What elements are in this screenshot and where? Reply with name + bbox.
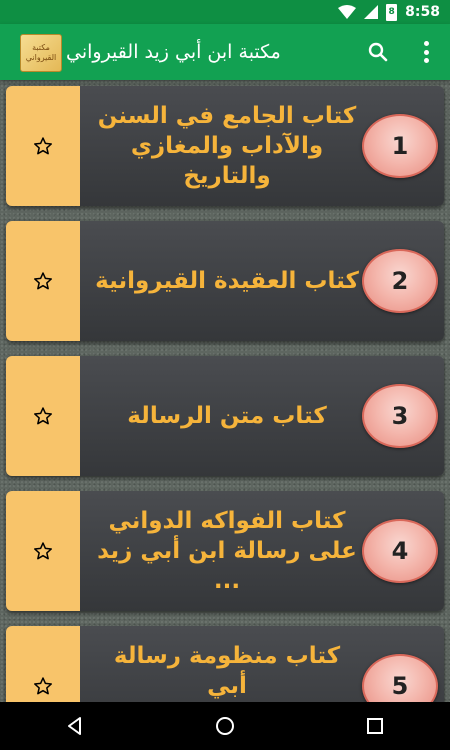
search-button[interactable] bbox=[366, 40, 390, 64]
clock: 8:58 bbox=[405, 4, 440, 20]
navigation-bar bbox=[0, 702, 450, 750]
star-outline-icon bbox=[34, 542, 52, 560]
wifi-icon bbox=[338, 5, 357, 19]
recents-icon bbox=[367, 718, 383, 734]
star-outline-icon bbox=[34, 407, 52, 425]
app-logo: مكتبة القيرواني bbox=[20, 34, 62, 72]
back-icon bbox=[68, 717, 81, 735]
status-bar: 8 8:58 bbox=[0, 0, 450, 24]
book-list: كتاب الجامع في السنن والآداب والمغازي وا… bbox=[0, 80, 450, 702]
back-button[interactable] bbox=[50, 702, 100, 750]
star-outline-icon bbox=[34, 677, 52, 695]
book-title: كتاب الفواكه الدواني على رسالة ابن أبي ز… bbox=[97, 508, 357, 594]
book-title: كتاب العقيدة القيروانية bbox=[95, 268, 359, 294]
overflow-menu-button[interactable] bbox=[414, 38, 438, 66]
home-icon bbox=[216, 717, 234, 735]
star-outline-icon bbox=[34, 137, 52, 155]
search-icon bbox=[368, 42, 388, 62]
recents-button[interactable] bbox=[350, 702, 400, 750]
book-title: كتاب الجامع في السنن والآداب والمغازي وا… bbox=[97, 103, 357, 189]
book-card[interactable]: كتاب العقيدة القيروانية 2 bbox=[6, 221, 444, 341]
more-vert-icon bbox=[423, 41, 429, 46]
favorite-button[interactable] bbox=[6, 221, 80, 341]
favorite-button[interactable] bbox=[6, 626, 80, 702]
home-button[interactable] bbox=[200, 702, 250, 750]
book-card[interactable]: كتاب الجامع في السنن والآداب والمغازي وا… bbox=[6, 86, 444, 206]
signal-icon bbox=[364, 5, 379, 19]
battery-icon: 8 bbox=[386, 3, 398, 21]
book-card[interactable]: كتاب منظومة رسالة أبي زيد القيرواني -الب… bbox=[6, 626, 444, 702]
book-number-badge: 3 bbox=[362, 384, 438, 448]
book-number-badge: 1 bbox=[362, 114, 438, 178]
book-title: كتاب منظومة رسالة أبي زيد القيرواني -الب… bbox=[113, 643, 341, 699]
favorite-button[interactable] bbox=[6, 491, 80, 611]
favorite-button[interactable] bbox=[6, 86, 80, 206]
app-title: مكتبة ابن أبي زيد القيرواني bbox=[66, 41, 281, 63]
book-card[interactable]: كتاب الفواكه الدواني على رسالة ابن أبي ز… bbox=[6, 491, 444, 611]
book-number-badge: 4 bbox=[362, 519, 438, 583]
star-outline-icon bbox=[34, 272, 52, 290]
app-bar: مكتبة القيرواني مكتبة ابن أبي زيد القيرو… bbox=[0, 24, 450, 80]
book-title: كتاب متن الرسالة bbox=[127, 403, 327, 429]
book-number-badge: 2 bbox=[362, 249, 438, 313]
favorite-button[interactable] bbox=[6, 356, 80, 476]
book-number-badge: 5 bbox=[362, 654, 438, 702]
book-card[interactable]: كتاب متن الرسالة 3 bbox=[6, 356, 444, 476]
